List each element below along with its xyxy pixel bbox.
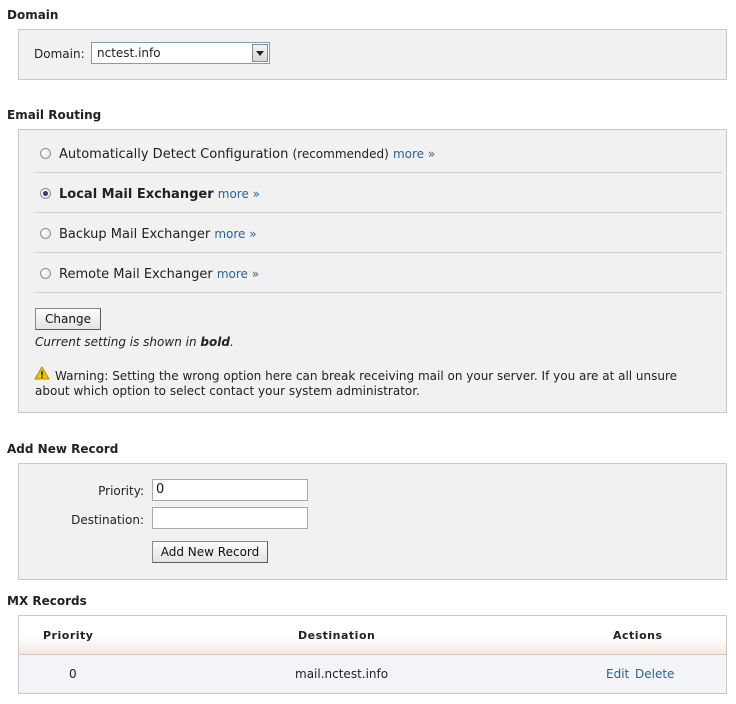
domain-label: Domain: [34, 47, 85, 61]
add-new-record-button[interactable]: Add New Record [152, 541, 268, 563]
destination-input[interactable] [152, 507, 308, 529]
routing-option-auto[interactable]: Automatically Detect Configuration (reco… [35, 133, 722, 173]
table-row: 0 mail.nctest.info Edit Delete [19, 655, 726, 693]
priority-label: Priority: [98, 484, 144, 498]
routing-option-backup[interactable]: Backup Mail Exchanger more » [35, 213, 722, 253]
domain-panel: Domain: nctest.info [18, 29, 727, 80]
domain-select-value: nctest.info [97, 46, 161, 60]
add-record-panel: Priority: 0 Destination: Add New Record [18, 463, 727, 580]
routing-option-local[interactable]: Local Mail Exchanger more » [35, 173, 722, 213]
email-routing-title: Email Routing [7, 108, 102, 122]
change-button[interactable]: Change [35, 308, 101, 330]
more-link-auto[interactable]: more » [393, 147, 435, 161]
more-link-local[interactable]: more » [218, 187, 260, 201]
table-header: Priority Destination Actions [19, 616, 726, 655]
row-priority: 0 [69, 667, 77, 681]
option-local-label: Local Mail Exchanger [59, 187, 214, 202]
delete-link[interactable]: Delete [635, 667, 674, 681]
domain-select[interactable]: nctest.info [91, 42, 270, 64]
routing-option-remote[interactable]: Remote Mail Exchanger more » [35, 253, 722, 293]
current-setting-period: . [229, 335, 234, 349]
chevron-down-icon [256, 51, 264, 56]
radio-auto[interactable] [40, 148, 51, 159]
current-setting-note: Current setting is shown in bold. [35, 335, 234, 349]
column-header-priority[interactable]: Priority [43, 629, 93, 642]
column-header-destination[interactable]: Destination [298, 629, 375, 642]
row-destination: mail.nctest.info [295, 667, 389, 681]
option-auto-recommended: (recommended) [292, 147, 389, 161]
option-backup-label: Backup Mail Exchanger [59, 227, 211, 242]
more-link-backup[interactable]: more » [214, 227, 256, 241]
radio-local[interactable] [40, 188, 51, 199]
destination-label: Destination: [71, 513, 144, 527]
current-setting-text: Current setting is shown in [35, 335, 197, 349]
dropdown-arrow-button[interactable] [252, 44, 268, 62]
email-routing-panel: Automatically Detect Configuration (reco… [18, 129, 727, 413]
mx-records-title: MX Records [7, 594, 87, 608]
priority-input[interactable]: 0 [152, 479, 308, 501]
add-record-title: Add New Record [7, 442, 119, 456]
column-header-actions: Actions [613, 629, 663, 642]
radio-remote[interactable] [40, 268, 51, 279]
warning-text: Warning: Setting the wrong option here c… [35, 369, 678, 398]
radio-backup[interactable] [40, 228, 51, 239]
option-remote-label: Remote Mail Exchanger [59, 267, 213, 282]
domain-section-title: Domain [7, 8, 59, 22]
edit-link[interactable]: Edit [606, 667, 629, 681]
more-link-remote[interactable]: more » [217, 267, 259, 281]
mx-records-table: Priority Destination Actions 0 mail.ncte… [18, 615, 727, 694]
current-setting-bold: bold [200, 335, 230, 349]
option-auto-label: Automatically Detect Configuration [59, 147, 289, 162]
